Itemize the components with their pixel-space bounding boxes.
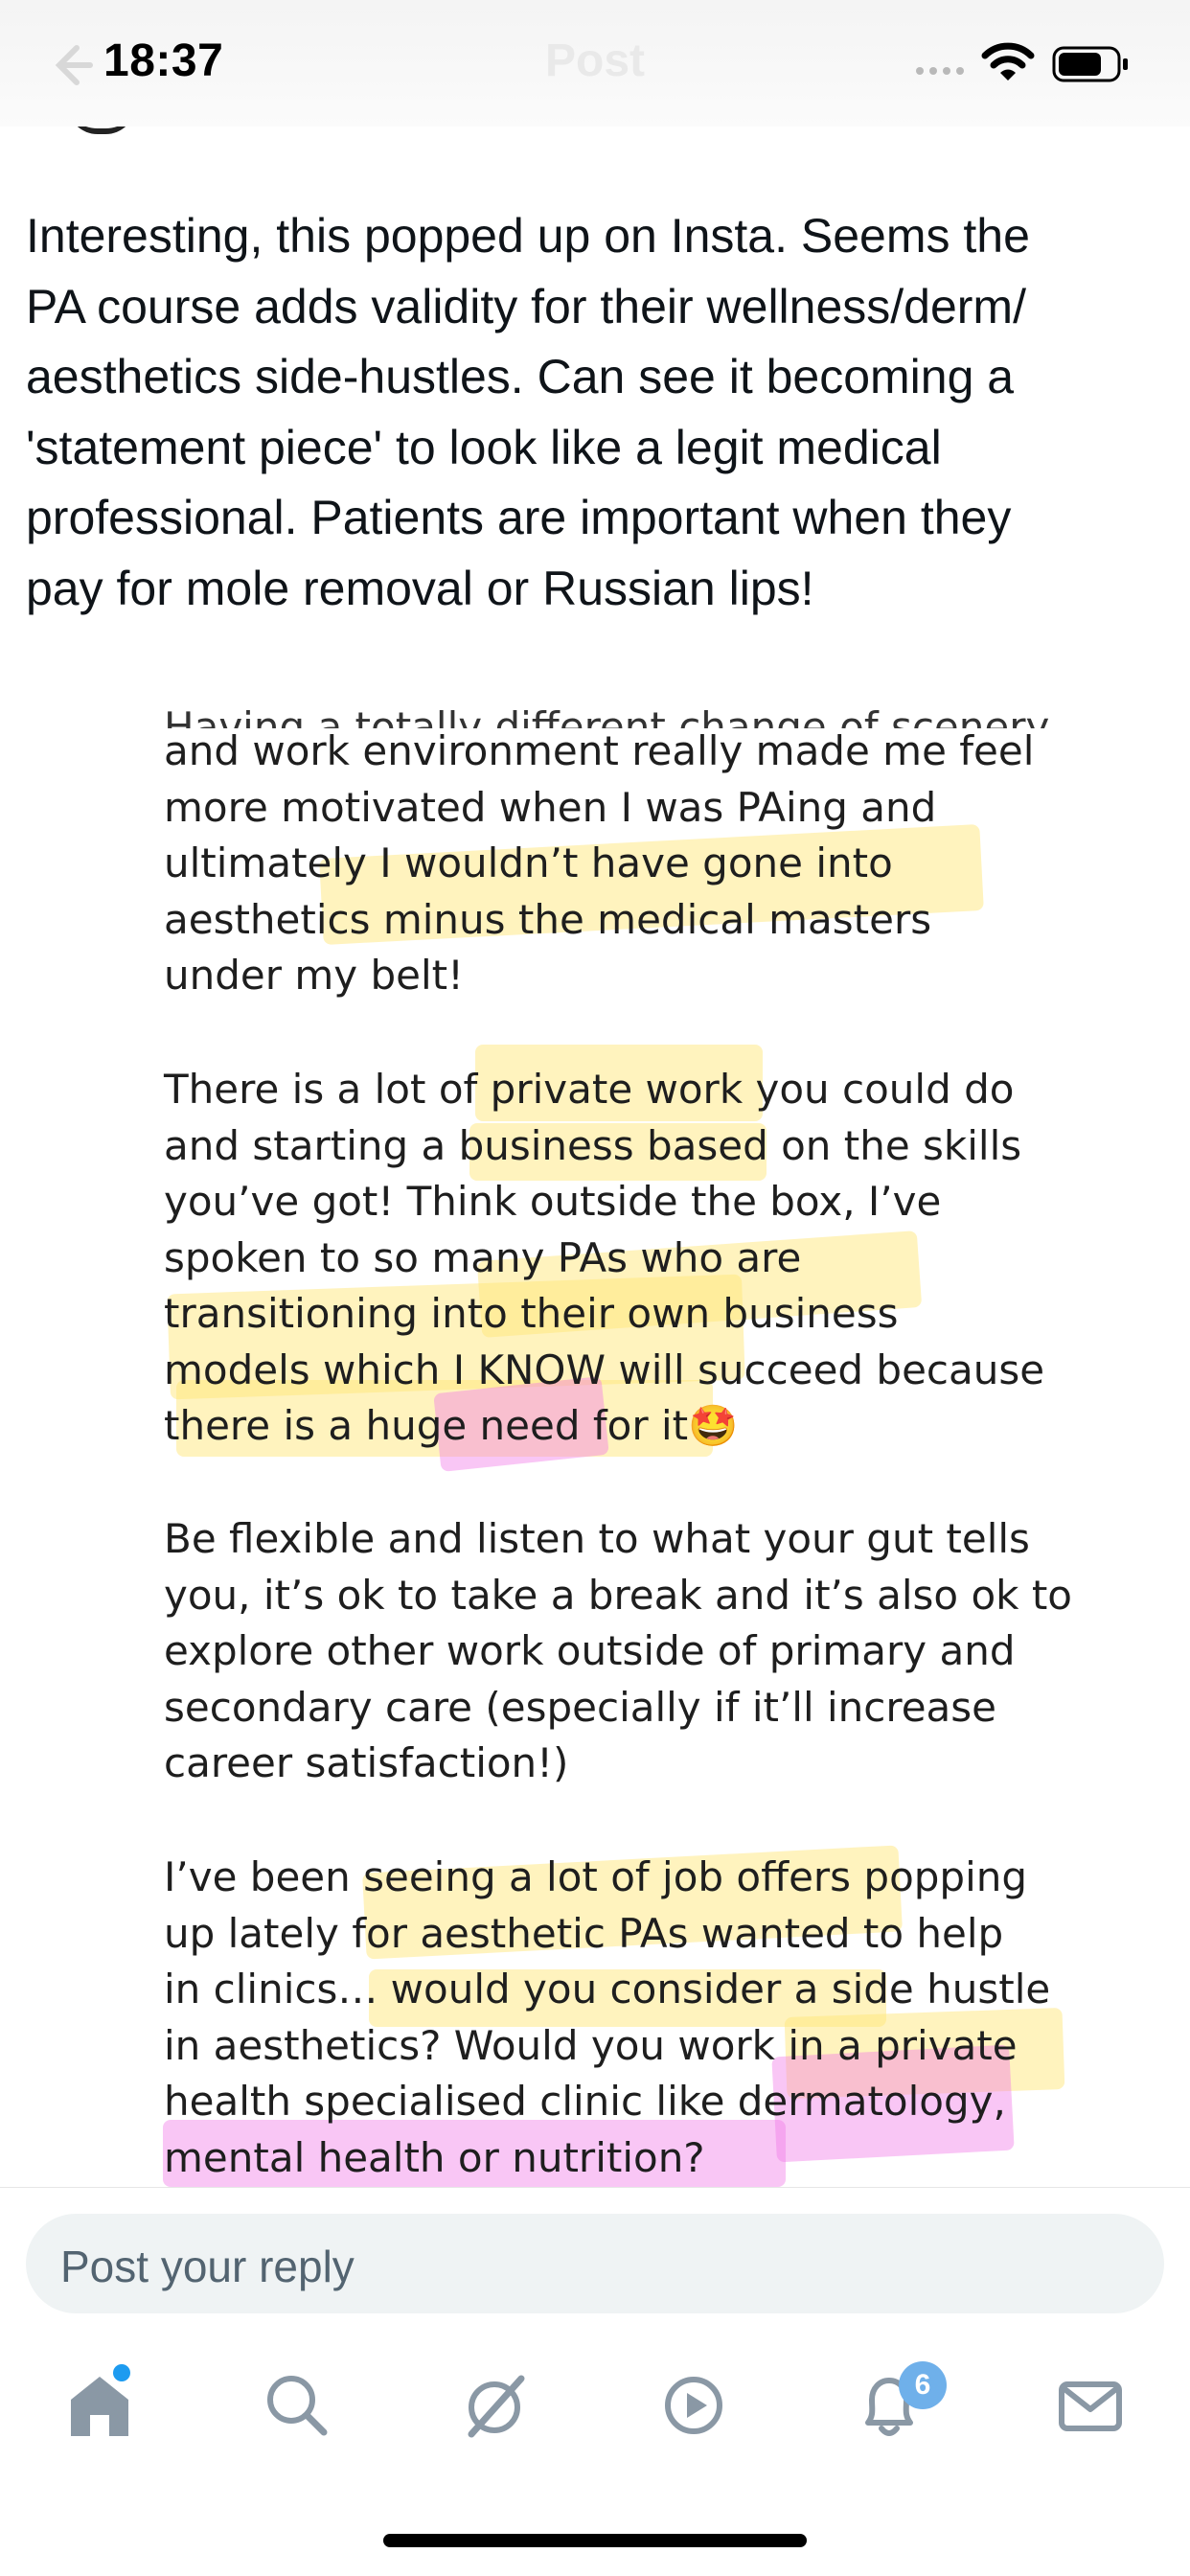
embedded-paragraph: There is a lot of private work you could… bbox=[164, 1062, 1044, 1455]
embedded-line: you, it’s ok to take a break and it’s al… bbox=[164, 1571, 1072, 1619]
nav-search[interactable] bbox=[259, 2367, 335, 2444]
nav-grok[interactable] bbox=[456, 2367, 533, 2444]
status-bar: Post 18:37 bbox=[0, 0, 1190, 126]
reply-input[interactable]: Post your reply bbox=[26, 2214, 1164, 2313]
home-indicator[interactable] bbox=[383, 2534, 807, 2547]
embedded-line: you’ve got! Think outside the box, I’ve bbox=[164, 1178, 942, 1225]
embedded-line: ultimately I wouldn’t have gone into bbox=[164, 840, 893, 886]
embedded-line: in clinics… would you consider a side hu… bbox=[164, 1966, 1051, 2012]
embedded-line: There is a lot of private work you could… bbox=[164, 1066, 1015, 1113]
tweet-text-line: 'statement piece' to look like a legit m… bbox=[26, 420, 942, 474]
divider bbox=[0, 2187, 1190, 2188]
embedded-line: career satisfaction!) bbox=[164, 1739, 569, 1786]
tweet-text-line: Interesting, this popped up on Insta. Se… bbox=[26, 209, 1030, 263]
grok-icon bbox=[468, 2375, 525, 2438]
embedded-line: and starting a business based on the ski… bbox=[164, 1121, 1022, 1169]
battery-icon bbox=[1052, 46, 1131, 87]
embedded-line: in aesthetics? Would you work in a priva… bbox=[164, 2021, 1018, 2069]
unread-dot bbox=[113, 2364, 130, 2381]
wifi-icon bbox=[981, 42, 1035, 89]
embedded-image[interactable]: Having a totally different change of sce… bbox=[0, 671, 1190, 2187]
clock-time: 18:37 bbox=[103, 35, 224, 86]
embedded-line: I’ve been seeing a lot of job offers pop… bbox=[164, 1853, 1028, 1900]
embedded-paragraph: Be flexible and listen to what your gut … bbox=[164, 1511, 1072, 1792]
embedded-line: there is a huge need for it🤩 bbox=[164, 1402, 739, 1449]
embedded-line: health specialised clinic like dermatolo… bbox=[164, 2078, 1006, 2125]
video-icon bbox=[665, 2377, 722, 2434]
search-icon bbox=[267, 2376, 328, 2436]
embedded-line: Be flexible and listen to what your gut … bbox=[164, 1515, 1030, 1562]
embedded-paragraph: and work environment really made me feel… bbox=[164, 724, 1034, 1004]
embedded-line: explore other work outside of primary an… bbox=[164, 1627, 1016, 1674]
tweet-text-line: pay for mole removal or Russian lips! bbox=[26, 561, 814, 615]
cellular-signal-icon bbox=[916, 67, 964, 75]
notification-badge: 6 bbox=[899, 2361, 947, 2409]
nav-video[interactable] bbox=[655, 2367, 732, 2444]
tweet-text-line: professional. Patients are important whe… bbox=[26, 491, 1012, 544]
messages-icon bbox=[1059, 2381, 1122, 2431]
embedded-line: under my belt! bbox=[164, 952, 464, 999]
tweet-text: Interesting, this popped up on Insta. Se… bbox=[26, 201, 1176, 624]
embedded-line: secondary care (especially if it’ll incr… bbox=[164, 1683, 997, 1731]
embedded-line: more motivated when I was PAing and bbox=[164, 783, 937, 831]
embedded-line: models which I KNOW will succeed because bbox=[164, 1346, 1045, 1393]
reply-placeholder: Post your reply bbox=[60, 2242, 355, 2291]
embedded-line: transitioning into their own business bbox=[164, 1290, 899, 1337]
embedded-line: and work environment really made me feel bbox=[164, 727, 1035, 774]
nav-messages[interactable] bbox=[1052, 2367, 1129, 2444]
embedded-line: up lately for aesthetic PAs wanted to he… bbox=[164, 1909, 1004, 1957]
tweet-text-line: PA course adds validity for their wellne… bbox=[26, 279, 1026, 334]
embedded-line: aesthetics minus the medical masters bbox=[164, 895, 932, 943]
embedded-line: mental health or nutrition? bbox=[164, 2133, 705, 2181]
embedded-paragraph: I’ve been seeing a lot of job offers pop… bbox=[164, 1850, 1050, 2186]
embedded-line: spoken to so many PAs who are bbox=[164, 1233, 802, 1281]
tweet-text-line: aesthetics side-hustles. Can see it beco… bbox=[26, 350, 1015, 403]
